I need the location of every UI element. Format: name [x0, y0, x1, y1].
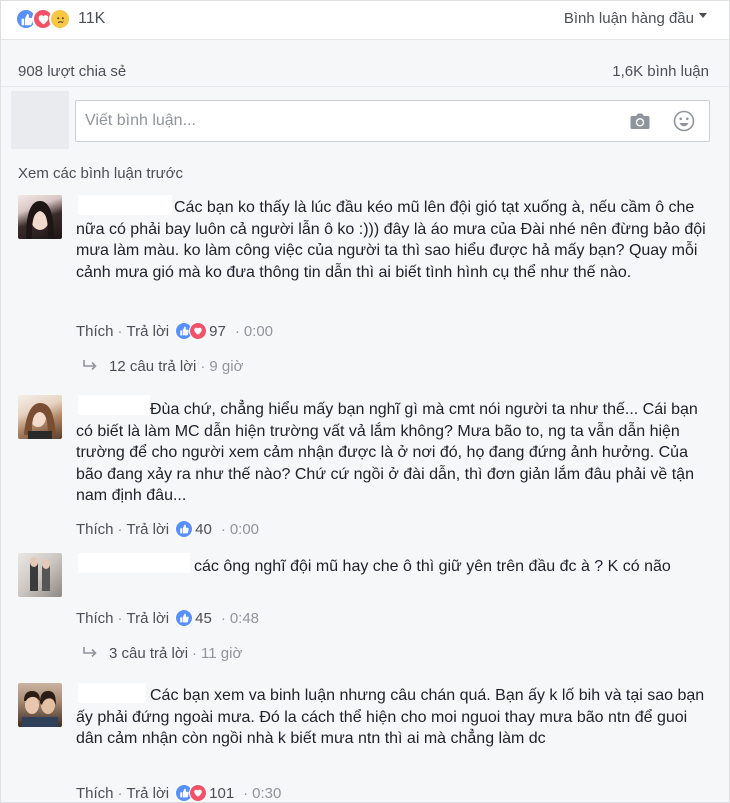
comments-panel: 11K Bình luận hàng đầu 908 lượt chia sẻ … [0, 0, 730, 803]
view-previous-comments-link[interactable]: Xem các bình luận trước [18, 165, 183, 182]
replies-count: 12 câu trả lời [109, 357, 197, 375]
reaction-count: 45 [195, 609, 212, 627]
comment-text: Đùa chứ, chẳng hiểu mấy bạn nghĩ gì mà c… [76, 401, 698, 504]
reply-link[interactable]: Trả lời [127, 610, 170, 627]
divider [1, 86, 729, 87]
comments-count[interactable]: 1,6K bình luận [612, 63, 709, 80]
reply-arrow-icon [83, 360, 97, 371]
like-icon [175, 520, 194, 538]
replies-time: 11 giờ [201, 644, 243, 662]
sort-dropdown[interactable]: Bình luận hàng đầu [564, 10, 707, 27]
love-icon [189, 322, 208, 340]
comment-reactions[interactable]: 101 [175, 784, 234, 802]
sad-icon [49, 8, 71, 30]
reaction-count: 40 [195, 520, 212, 538]
camera-icon[interactable] [629, 111, 651, 131]
comment-actions: Thích · Trả lời 45 · 0:48 [76, 609, 260, 627]
stats-row: 908 lượt chia sẻ 1,6K bình luận [1, 40, 729, 85]
comment-text: các ông nghĩ đội mũ hay che ô thì giữ yê… [194, 558, 671, 575]
caret-down-icon [699, 13, 707, 18]
comment-text: Các bạn ko thấy là lúc đầu kéo mũ lên độ… [76, 199, 706, 281]
comment-reactions[interactable]: 97 [175, 322, 226, 340]
comment-time[interactable]: 0:30 [252, 785, 281, 802]
comment-time[interactable]: 0:48 [230, 610, 259, 627]
comment-actions: Thích · Trả lời 97 · 0:00 [76, 322, 274, 340]
reaction-count[interactable]: 11K [78, 10, 105, 28]
love-icon [189, 784, 208, 802]
like-icon [175, 609, 194, 627]
reaction-summary[interactable]: 11K [15, 7, 105, 31]
like-link[interactable]: Thích [76, 521, 114, 538]
avatar-image [26, 201, 54, 239]
avatar-image [24, 403, 56, 439]
shares-count[interactable]: 908 lượt chia sẻ [18, 63, 126, 80]
replies-time: 9 giờ [209, 357, 244, 375]
emoji-icon[interactable] [673, 110, 695, 132]
like-link[interactable]: Thích [76, 610, 114, 627]
avatar[interactable] [18, 395, 62, 439]
reply-link[interactable]: Trả lời [127, 785, 170, 802]
reply-arrow-icon [83, 647, 97, 658]
sort-label: Bình luận hàng đầu [563, 10, 694, 27]
view-replies-link[interactable]: 12 câu trả lời · 9 giờ [81, 356, 243, 376]
like-link[interactable]: Thích [76, 323, 114, 340]
reaction-count: 97 [209, 322, 226, 340]
avatar-image [22, 691, 58, 727]
comment-time[interactable]: 0:00 [230, 521, 259, 538]
reaction-count: 101 [209, 784, 235, 802]
comment-time[interactable]: 0:00 [244, 323, 273, 340]
view-replies-link[interactable]: 3 câu trả lời · 11 giờ [81, 643, 242, 663]
replies-count: 3 câu trả lời [109, 644, 189, 662]
avatar[interactable] [18, 683, 62, 727]
avatar-image [30, 557, 50, 591]
avatar[interactable] [18, 553, 62, 597]
comment-reactions[interactable]: 45 [175, 609, 212, 627]
reply-link[interactable]: Trả lời [127, 323, 170, 340]
avatar[interactable] [18, 195, 62, 239]
like-link[interactable]: Thích [76, 785, 114, 802]
current-user-avatar [11, 91, 69, 149]
comment-composer[interactable] [75, 100, 710, 142]
comment-text: Các bạn xem va binh luận nhưng câu chán … [76, 687, 705, 747]
comment-actions: Thích · Trả lời 101 · 0:30 [76, 784, 282, 802]
comment-reactions[interactable]: 40 [175, 520, 212, 538]
comment-actions: Thích · Trả lời 40 · 0:00 [76, 520, 260, 538]
reactions-bar: 11K Bình luận hàng đầu [1, 1, 729, 39]
reply-link[interactable]: Trả lời [127, 521, 170, 538]
comment-input[interactable] [76, 101, 616, 141]
